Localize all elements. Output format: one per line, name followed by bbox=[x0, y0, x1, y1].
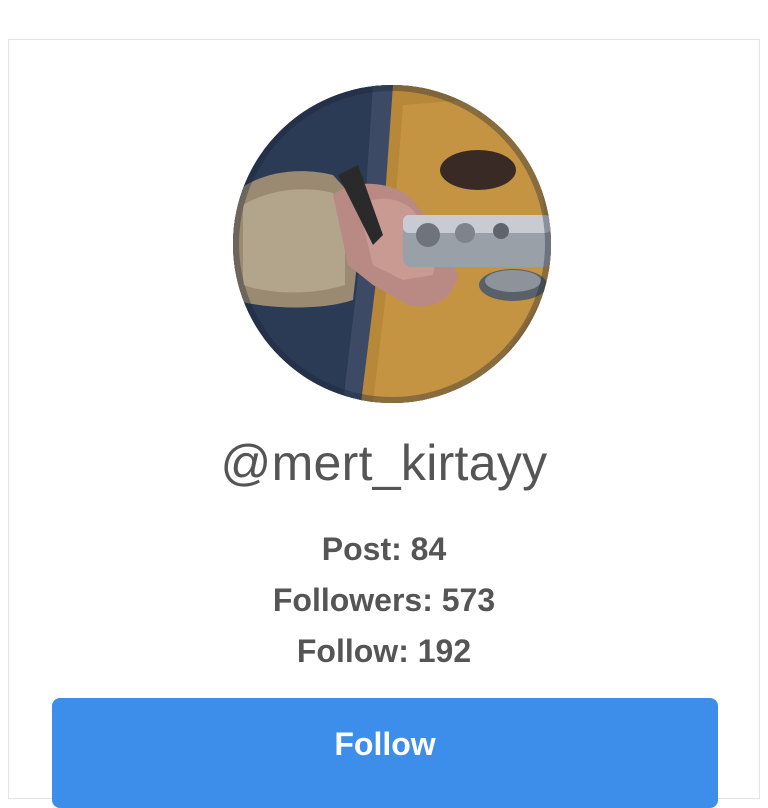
followers-count[interactable]: Followers: 573 bbox=[9, 580, 759, 620]
username: @mert_kirtayy bbox=[220, 435, 548, 491]
post-count: Post: 84 bbox=[321, 531, 447, 567]
following-count[interactable]: Follow: 192 bbox=[9, 631, 759, 671]
profile-photo-icon bbox=[233, 85, 551, 403]
profile-card: @mert_kirtayy Post: 84 Followers: 573 Fo… bbox=[8, 39, 760, 808]
avatar[interactable] bbox=[233, 85, 551, 403]
follow-button-label: Follow bbox=[334, 726, 436, 762]
follow-button[interactable]: Follow bbox=[52, 698, 718, 808]
